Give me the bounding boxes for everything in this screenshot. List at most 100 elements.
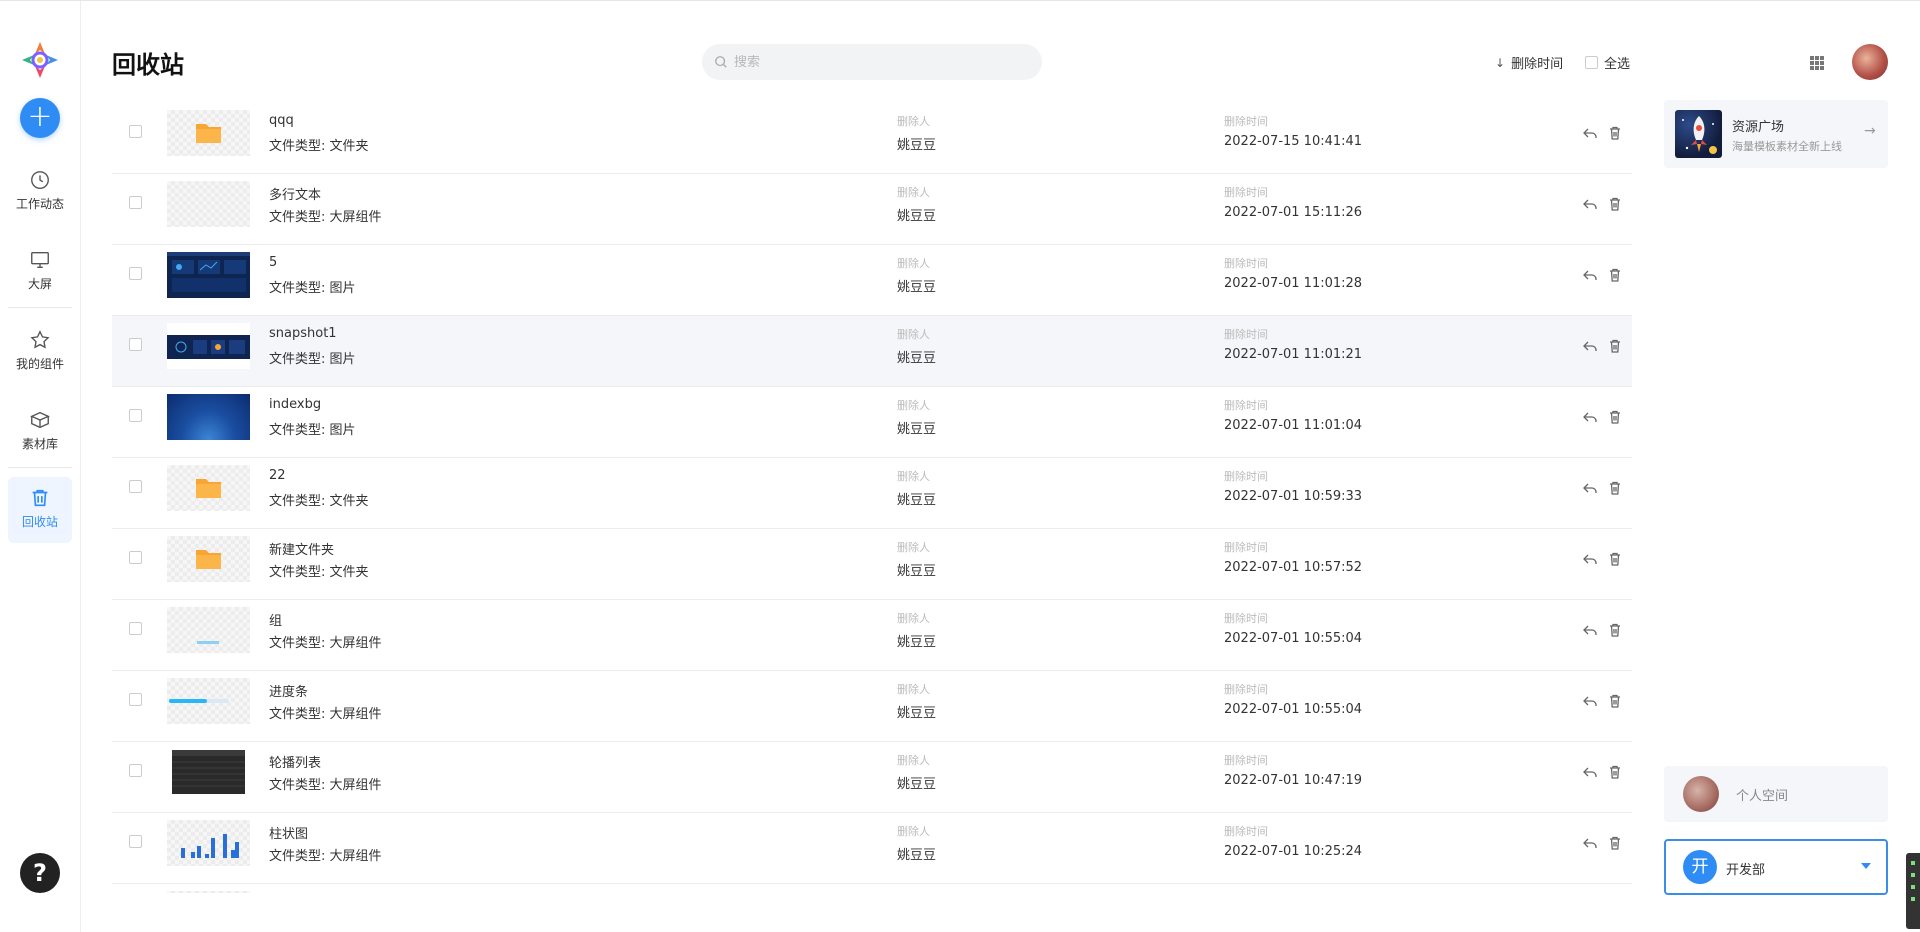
restore-icon[interactable] bbox=[1582, 267, 1598, 283]
file-name: 进度条 bbox=[269, 685, 309, 700]
folder-icon bbox=[196, 550, 221, 569]
select-all-checkbox[interactable] bbox=[1585, 56, 1598, 69]
sidebar-item-work-activity[interactable]: 工作动态 bbox=[8, 159, 72, 225]
file-type: 文件类型: 大屏组件 bbox=[269, 849, 382, 864]
table-row[interactable]: 5 文件类型: 图片 删除人 姚豆豆 删除时间 2022-07-01 11:01… bbox=[112, 245, 1632, 316]
help-button[interactable]: ? bbox=[20, 853, 60, 893]
deleted-time-label: 删除时间 bbox=[1224, 399, 1268, 412]
personal-space-card[interactable]: 个人空间 bbox=[1664, 766, 1888, 822]
delete-forever-icon[interactable] bbox=[1607, 409, 1623, 425]
sidebar-item-label: 素材库 bbox=[21, 437, 58, 451]
deleted-by: 姚豆豆 bbox=[897, 209, 937, 224]
file-type: 文件类型: 图片 bbox=[269, 352, 356, 367]
table-row[interactable]: 进度条 文件类型: 大屏组件 删除人 姚豆豆 删除时间 2022-07-01 1… bbox=[112, 671, 1632, 742]
delete-forever-icon[interactable] bbox=[1607, 622, 1623, 638]
sort-by-delete-time[interactable]: ↓ 删除时间 bbox=[1495, 53, 1563, 73]
restore-icon[interactable] bbox=[1582, 551, 1598, 567]
sidebar-item-recycle-bin[interactable]: 回收站 bbox=[8, 477, 72, 543]
search-input[interactable] bbox=[734, 54, 1014, 70]
sidebar-item-material-library[interactable]: 素材库 bbox=[8, 399, 72, 465]
delete-forever-icon[interactable] bbox=[1607, 338, 1623, 354]
sidebar-item-my-components[interactable]: 我的组件 bbox=[8, 319, 72, 385]
image-thumbnail bbox=[167, 323, 250, 369]
deleted-time: 2022-07-01 10:57:52 bbox=[1224, 560, 1363, 575]
deleted-by: 姚豆豆 bbox=[897, 351, 937, 366]
app-logo[interactable] bbox=[19, 39, 61, 81]
restore-icon[interactable] bbox=[1582, 622, 1598, 638]
table-row[interactable]: 22 文件类型: 文件夹 删除人 姚豆豆 删除时间 2022-07-01 10:… bbox=[112, 458, 1632, 529]
deleted-by-label: 删除人 bbox=[897, 754, 930, 767]
department-selector[interactable]: 开 开发部 bbox=[1664, 839, 1888, 895]
deleted-time: 2022-07-01 10:47:19 bbox=[1224, 773, 1363, 788]
sidebar-item-big-screen[interactable]: 大屏 bbox=[8, 239, 72, 305]
user-avatar[interactable] bbox=[1852, 44, 1888, 80]
row-checkbox[interactable] bbox=[129, 835, 142, 848]
add-button[interactable]: + bbox=[20, 98, 60, 138]
delete-forever-icon[interactable] bbox=[1607, 480, 1623, 496]
deleted-time: 2022-07-01 11:01:04 bbox=[1224, 418, 1363, 433]
delete-forever-icon[interactable] bbox=[1607, 693, 1623, 709]
row-checkbox[interactable] bbox=[129, 267, 142, 280]
search-bar[interactable] bbox=[702, 44, 1042, 80]
deleted-time-label: 删除时间 bbox=[1224, 683, 1268, 696]
delete-forever-icon[interactable] bbox=[1607, 835, 1623, 851]
deleted-time: 2022-07-01 10:55:04 bbox=[1224, 702, 1363, 717]
deleted-time-label: 删除时间 bbox=[1224, 257, 1268, 270]
row-checkbox[interactable] bbox=[129, 480, 142, 493]
personal-avatar bbox=[1683, 776, 1719, 812]
grid-menu-icon[interactable] bbox=[1810, 55, 1824, 70]
restore-icon[interactable] bbox=[1582, 125, 1598, 141]
component-thumbnail bbox=[167, 820, 250, 866]
restore-icon[interactable] bbox=[1582, 835, 1598, 851]
restore-icon[interactable] bbox=[1582, 409, 1598, 425]
deleted-by-label: 删除人 bbox=[897, 825, 930, 838]
table-row[interactable] bbox=[112, 884, 1632, 893]
deleted-time-label: 删除时间 bbox=[1224, 115, 1268, 128]
delete-forever-icon[interactable] bbox=[1607, 196, 1623, 212]
restore-icon[interactable] bbox=[1582, 480, 1598, 496]
file-type: 文件类型: 图片 bbox=[269, 423, 356, 438]
resource-plaza-title: 资源广场 bbox=[1732, 120, 1785, 135]
delete-forever-icon[interactable] bbox=[1607, 551, 1623, 567]
table-row[interactable]: 组 文件类型: 大屏组件 删除人 姚豆豆 删除时间 2022-07-01 10:… bbox=[112, 600, 1632, 671]
component-thumbnail bbox=[167, 181, 250, 227]
table-row[interactable]: 多行文本 文件类型: 大屏组件 删除人 姚豆豆 删除时间 2022-07-01 … bbox=[112, 174, 1632, 245]
delete-forever-icon[interactable] bbox=[1607, 764, 1623, 780]
file-name: 柱状图 bbox=[269, 827, 309, 842]
deleted-time: 2022-07-01 15:11:26 bbox=[1224, 205, 1363, 220]
row-checkbox[interactable] bbox=[129, 196, 142, 209]
delete-forever-icon[interactable] bbox=[1607, 125, 1623, 141]
row-checkbox[interactable] bbox=[129, 551, 142, 564]
row-checkbox[interactable] bbox=[129, 409, 142, 422]
row-checkbox[interactable] bbox=[129, 338, 142, 351]
folder-thumbnail bbox=[167, 110, 250, 156]
table-row[interactable]: 柱状图 文件类型: 大屏组件 删除人 姚豆豆 删除时间 2022-07-01 1… bbox=[112, 813, 1632, 884]
file-name: 轮播列表 bbox=[269, 756, 322, 771]
row-checkbox[interactable] bbox=[129, 622, 142, 635]
table-row[interactable]: 轮播列表 文件类型: 大屏组件 删除人 姚豆豆 删除时间 2022-07-01 … bbox=[112, 742, 1632, 813]
restore-icon[interactable] bbox=[1582, 764, 1598, 780]
row-checkbox[interactable] bbox=[129, 693, 142, 706]
file-type: 文件类型: 大屏组件 bbox=[269, 707, 382, 722]
sidebar-item-label: 工作动态 bbox=[15, 197, 64, 211]
resource-plaza-card[interactable]: 资源广场 海量模板素材全新上线 → bbox=[1664, 100, 1888, 168]
table-row[interactable]: qqq 文件类型: 文件夹 删除人 姚豆豆 删除时间 2022-07-15 10… bbox=[112, 103, 1632, 174]
component-thumbnail bbox=[167, 678, 250, 724]
select-all[interactable]: 全选 bbox=[1585, 53, 1630, 72]
row-checkbox[interactable] bbox=[129, 125, 142, 138]
restore-icon[interactable] bbox=[1582, 196, 1598, 212]
deleted-time: 2022-07-01 10:25:24 bbox=[1224, 844, 1363, 859]
restore-icon[interactable] bbox=[1582, 693, 1598, 709]
star-icon bbox=[30, 330, 50, 349]
table-row[interactable]: indexbg 文件类型: 图片 删除人 姚豆豆 删除时间 2022-07-01… bbox=[112, 387, 1632, 458]
restore-icon[interactable] bbox=[1582, 338, 1598, 354]
delete-forever-icon[interactable] bbox=[1607, 267, 1623, 283]
sidebar-item-label: 我的组件 bbox=[15, 357, 64, 371]
file-name: 多行文本 bbox=[269, 188, 322, 203]
sidebar-item-label: 回收站 bbox=[21, 515, 58, 529]
component-thumbnail bbox=[167, 749, 250, 795]
deleted-time: 2022-07-01 11:01:21 bbox=[1224, 347, 1363, 362]
table-row[interactable]: snapshot1 文件类型: 图片 删除人 姚豆豆 删除时间 2022-07-… bbox=[112, 316, 1632, 387]
row-checkbox[interactable] bbox=[129, 764, 142, 777]
table-row[interactable]: 新建文件夹 文件类型: 文件夹 删除人 姚豆豆 删除时间 2022-07-01 … bbox=[112, 529, 1632, 600]
